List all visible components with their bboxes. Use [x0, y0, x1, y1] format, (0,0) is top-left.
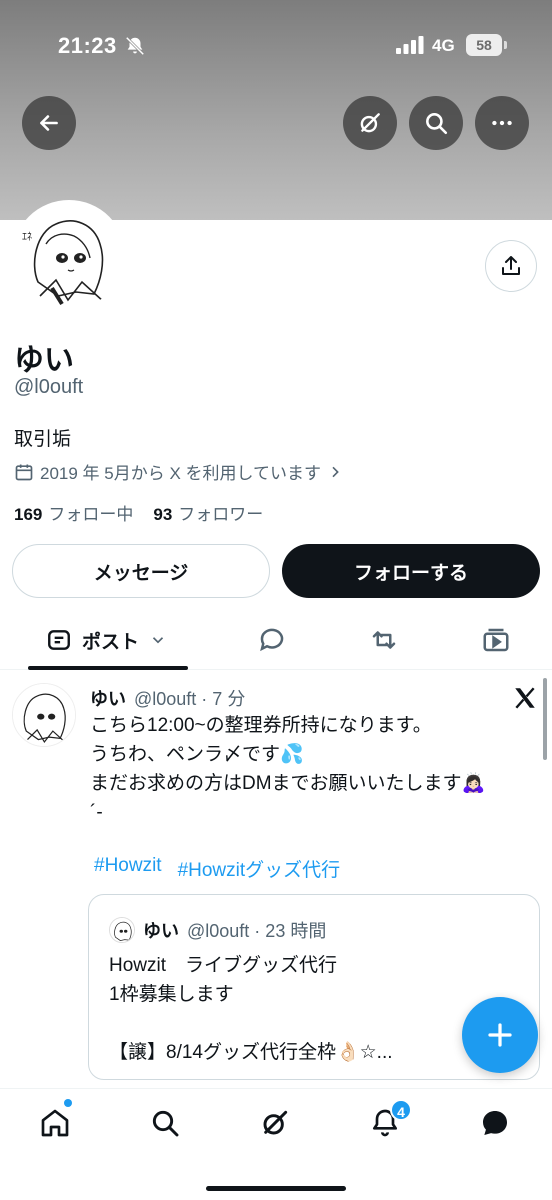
post-line: ´-	[90, 802, 103, 823]
profile-tabs: ポスト	[0, 610, 552, 670]
post-header: ゆい @l0ouft · 7 分	[90, 685, 245, 711]
message-button[interactable]: メッセージ	[12, 544, 270, 598]
nav-messages[interactable]	[475, 1103, 515, 1143]
followers-link[interactable]: 93 フォロワー	[153, 500, 263, 525]
avatar-illustration-small	[13, 684, 75, 746]
x-logo-icon	[515, 687, 535, 709]
following-label: フォロー中	[48, 505, 134, 524]
svg-text:ｴﾈ: ｴﾈ	[22, 231, 32, 243]
share-button[interactable]	[485, 240, 537, 292]
search-icon	[426, 113, 448, 135]
post-meta: @l0ouft · 7 分	[134, 689, 246, 709]
post-avatar[interactable]	[12, 683, 76, 747]
nav-home[interactable]	[35, 1103, 75, 1143]
tab-posts[interactable]: ポスト	[28, 610, 188, 670]
hashtag-link[interactable]: #Howzitグッズ代行	[178, 855, 341, 882]
chevron-down-icon	[152, 637, 164, 644]
followers-label: フォロワー	[178, 505, 264, 524]
quote-meta: @l0ouft · 23 時間	[187, 921, 327, 941]
status-bar: 21:23 4G 58	[0, 0, 552, 90]
chevron-right-icon	[332, 466, 339, 477]
bottom-navigation: 4	[0, 1088, 552, 1200]
tab-posts-label: ポスト	[82, 631, 140, 653]
network-type: 4G	[432, 36, 455, 55]
profile-avatar[interactable]: ｴﾈ	[12, 200, 126, 314]
profile-name: ゆい	[14, 344, 74, 377]
followers-count: 93	[153, 505, 173, 524]
tab-reposts[interactable]	[368, 624, 400, 656]
search-button[interactable]	[409, 96, 463, 150]
avatar-illustration: ｴﾈ	[16, 204, 122, 310]
battery-tip	[504, 41, 507, 49]
following-link[interactable]: 169 フォロー中	[14, 500, 133, 525]
bell-off-icon	[125, 36, 145, 56]
grok-button[interactable]	[343, 96, 397, 150]
tab-replies[interactable]	[256, 624, 288, 656]
quote-line: 1枠募集します	[109, 984, 234, 1005]
notifications-badge: 4	[390, 1099, 412, 1121]
quote-avatar	[109, 917, 135, 943]
search-icon	[152, 1110, 179, 1137]
home-unread-dot	[64, 1099, 72, 1107]
messages-icon	[483, 1111, 507, 1135]
repost-icon	[372, 631, 396, 649]
post-hashtags: #Howzit #Howzitグッズ代行	[94, 855, 340, 882]
nav-search[interactable]	[145, 1103, 185, 1143]
scrollbar[interactable]	[543, 678, 547, 760]
quote-header: ゆい @l0ouft · 23 時間	[143, 917, 326, 943]
quote-author: ゆい	[143, 921, 179, 941]
home-indicator[interactable]	[206, 1186, 346, 1191]
reply-icon	[260, 628, 284, 652]
follow-button[interactable]: フォローする	[282, 544, 540, 598]
post-line: まだお求めの方はDMまでお願いいたします🙇🏻‍♀️	[90, 773, 486, 794]
grok-icon	[360, 113, 380, 133]
share-icon	[502, 256, 520, 275]
post-line: うちわ、ペンラ〆です💦	[90, 744, 304, 765]
following-count: 169	[14, 505, 43, 524]
profile-handle: @l0ouft	[14, 376, 84, 398]
follow-stats: 169 フォロー中 93 フォロワー	[14, 500, 263, 525]
media-icon	[483, 628, 509, 652]
back-button[interactable]	[22, 96, 76, 150]
status-time: 21:23	[58, 33, 117, 58]
compose-button[interactable]	[462, 997, 538, 1073]
joined-date[interactable]: 2019 年 5月から X を利用しています	[14, 459, 343, 484]
post-author[interactable]: ゆい	[90, 689, 126, 709]
more-icon	[492, 120, 512, 126]
post-line: こちら12:00~の整理券所持になります。	[90, 715, 432, 736]
home-icon	[41, 1109, 69, 1137]
more-button[interactable]	[475, 96, 529, 150]
grok-icon	[263, 1110, 288, 1135]
avatar-illustration-tiny	[110, 918, 134, 942]
arrow-left-icon	[40, 115, 58, 131]
joined-text: 2019 年 5月から X を利用しています	[40, 464, 321, 483]
post-icon	[48, 630, 70, 650]
tab-active-indicator	[28, 666, 188, 670]
battery-icon: 58	[466, 34, 502, 56]
nav-grok[interactable]	[255, 1103, 295, 1143]
calendar-icon	[15, 464, 33, 480]
hashtag-link[interactable]: #Howzit	[94, 855, 162, 882]
profile-bio: 取引垢	[14, 429, 72, 450]
tab-media[interactable]	[480, 624, 512, 656]
quote-line: Howzit ライブグッズ代行	[109, 955, 338, 976]
signal-icon	[396, 36, 424, 54]
post-text: こちら12:00~の整理券所持になります。 うちわ、ペンラ〆です💦 まだお求めの…	[90, 711, 530, 827]
plus-icon	[488, 1023, 512, 1047]
